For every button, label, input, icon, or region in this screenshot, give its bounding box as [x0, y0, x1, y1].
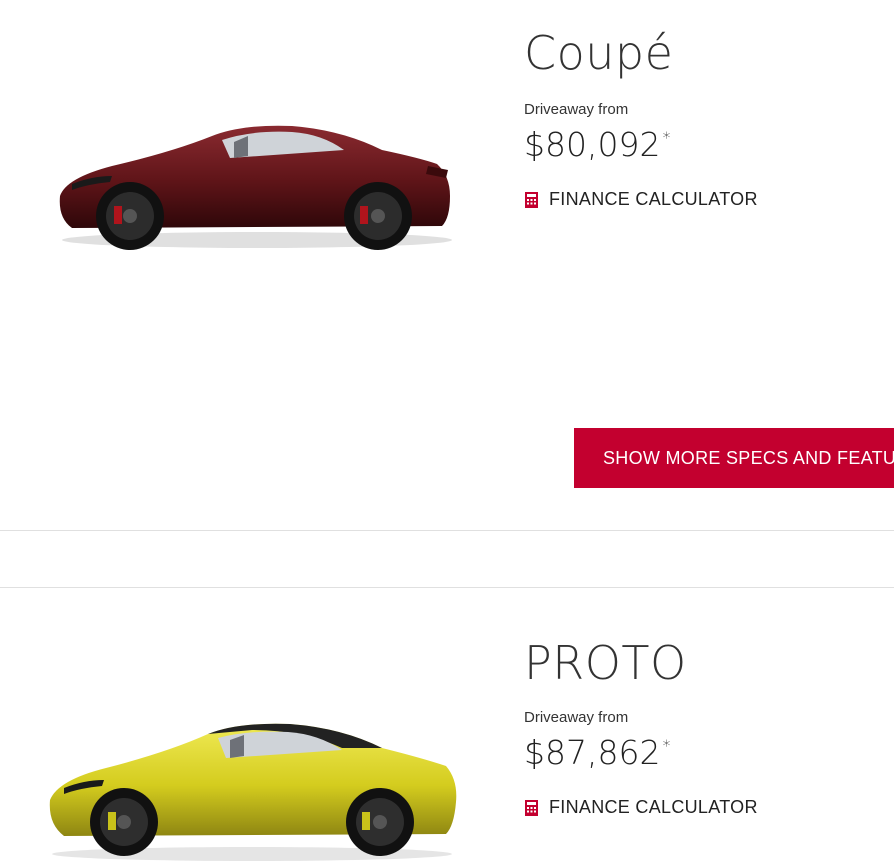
section-divider [0, 530, 894, 531]
price-display: $80,092 * [524, 128, 670, 161]
finance-calculator-link[interactable]: FINANCE CALCULATOR [524, 189, 758, 210]
variant-title: PROTO [524, 636, 687, 690]
variant-card-coupe: Coupé Driveaway from $80,092 * FINANCE CA… [0, 0, 894, 530]
price-display: $87,862 * [524, 736, 670, 769]
calculator-icon [525, 799, 538, 816]
finance-calculator-label: FINANCE CALCULATOR [549, 189, 758, 209]
car-image-proto [49, 723, 457, 861]
variant-title: Coupé [524, 26, 674, 80]
variant-info: Coupé [524, 30, 673, 76]
price-footnote-mark: * [662, 128, 671, 147]
calculator-icon [525, 191, 538, 208]
finance-calculator-link[interactable]: FINANCE CALCULATOR [524, 797, 758, 818]
finance-calculator-label: FINANCE CALCULATOR [549, 797, 758, 817]
price-footnote-mark: * [662, 736, 671, 755]
price-value: $80,092 [524, 125, 661, 164]
driveaway-label: Driveaway from [524, 709, 629, 726]
driveaway-label: Driveaway from [524, 101, 629, 118]
car-image-coupe [59, 125, 452, 250]
show-more-specs-button[interactable]: SHOW MORE SPECS AND FEATURES [574, 428, 894, 488]
variant-info: PROTO [524, 640, 687, 686]
price-value: $87,862 [524, 733, 661, 772]
